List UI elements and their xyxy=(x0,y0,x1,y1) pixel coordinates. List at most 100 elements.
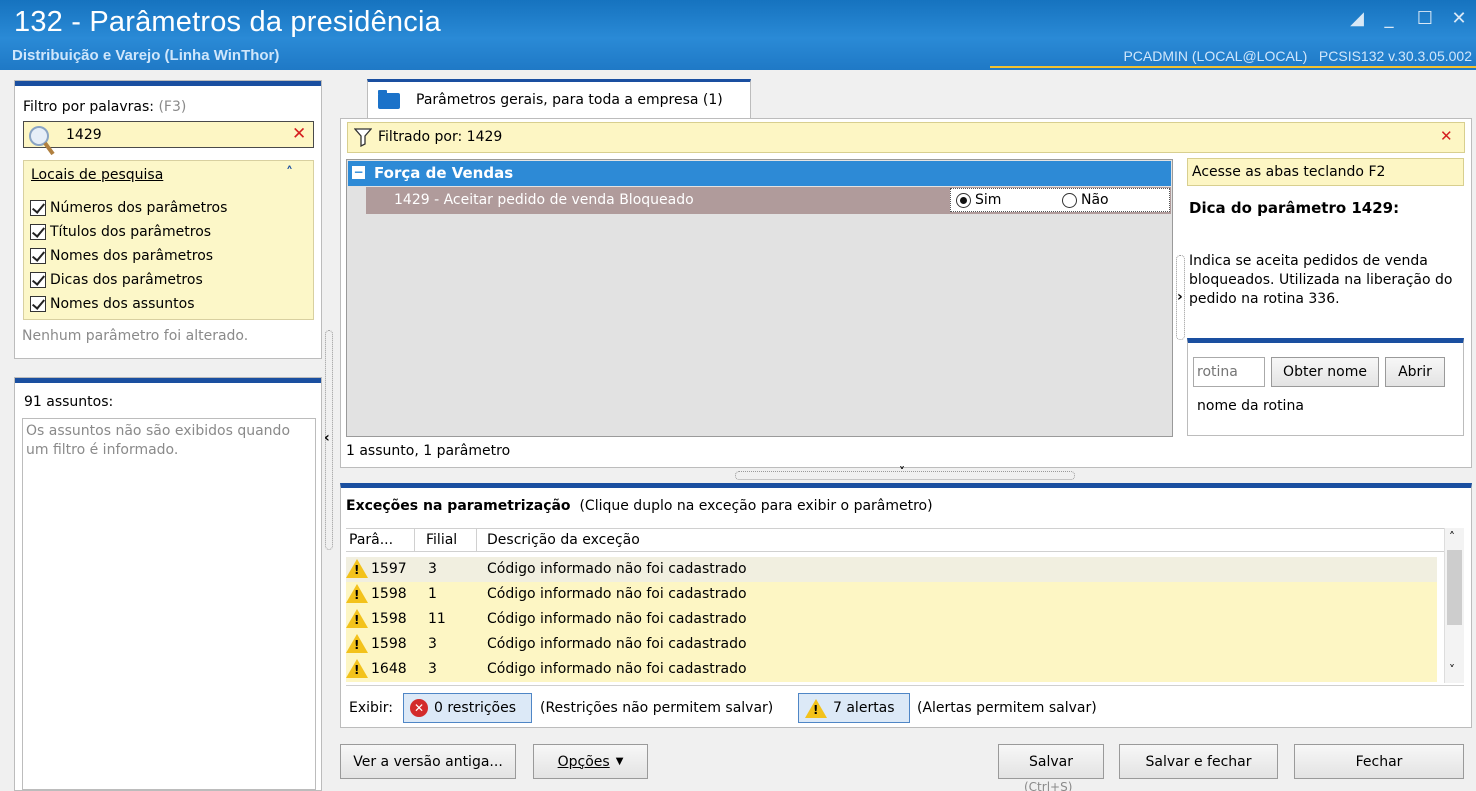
clear-filter-icon[interactable]: ✕ xyxy=(1440,127,1453,145)
table-row[interactable]: ! 1598 3 Código informado não foi cadast… xyxy=(346,632,1437,657)
exceptions-table-header: Parâ... Filial Descrição da exceção xyxy=(346,528,1464,552)
tab-general-parameters[interactable]: Parâmetros gerais, para toda a empresa (… xyxy=(367,79,751,118)
no-change-status: Nenhum parâmetro foi alterado. xyxy=(22,328,249,344)
options-label: Opções xyxy=(557,753,610,770)
checkbox[interactable] xyxy=(30,224,46,240)
cell-description: Código informado não foi cadastrado xyxy=(487,611,747,627)
filter-icon xyxy=(353,127,373,151)
locations-title: Locais de pesquisa xyxy=(31,167,164,183)
checkbox[interactable] xyxy=(30,272,46,288)
panel-accent xyxy=(15,81,321,86)
exibir-label: Exibir: xyxy=(349,700,394,716)
expand-tip-icon[interactable]: › xyxy=(1177,289,1183,305)
checkbox[interactable] xyxy=(30,248,46,264)
yes-no-option: Sim Não xyxy=(950,188,1170,212)
table-row[interactable]: ! 1597 3 Código informado não foi cadast… xyxy=(346,557,1437,582)
collapse-group-icon[interactable]: − xyxy=(352,166,365,179)
checkbox-titles[interactable]: Títulos dos parâmetros xyxy=(30,220,227,244)
close-window-icon[interactable]: ✕ xyxy=(1448,8,1470,30)
col-filial[interactable]: Filial xyxy=(426,532,457,548)
save-shortcut: (Ctrl+S) xyxy=(1024,780,1073,791)
scroll-up-icon[interactable]: ˄ xyxy=(1449,530,1455,544)
checkbox-numbers[interactable]: Números dos parâmetros xyxy=(30,196,227,220)
user-info: PCADMIN (LOCAL@LOCAL) xyxy=(1123,48,1308,64)
save-button[interactable]: Salvar xyxy=(998,744,1104,779)
restrictions-label: 0 restrições xyxy=(434,700,517,716)
radio-yes[interactable] xyxy=(956,192,971,208)
panel-accent xyxy=(15,378,321,383)
restrictions-toggle[interactable]: ✕ 0 restrições xyxy=(403,693,532,723)
alerts-toggle[interactable]: ! 7 alertas xyxy=(798,693,910,723)
old-version-button[interactable]: Ver a versão antiga... xyxy=(340,744,516,779)
filter-label-text: Filtro por palavras: xyxy=(23,99,154,115)
tip-title: Dica do parâmetro 1429: xyxy=(1189,199,1400,217)
subjects-list[interactable]: Os assuntos não são exibidos quando um f… xyxy=(22,418,316,790)
search-locations: Locais de pesquisa ˄ Números dos parâmet… xyxy=(23,160,314,320)
clear-icon[interactable]: ✕ xyxy=(292,124,306,144)
old-version-label: Ver a versão antiga... xyxy=(353,753,503,770)
cell-description: Código informado não foi cadastrado xyxy=(487,636,747,652)
group-header[interactable]: − Força de Vendas xyxy=(348,161,1171,186)
window-title: 132 - Parâmetros da presidência xyxy=(14,6,441,38)
restrictions-note: (Restrições não permitem salvar) xyxy=(540,700,774,716)
exceptions-header: Exceções na parametrização (Clique duplo… xyxy=(346,498,933,514)
folder-icon xyxy=(378,90,400,113)
checkbox-tips[interactable]: Dicas dos parâmetros xyxy=(30,268,227,292)
filter-label: Filtro por palavras: (F3) xyxy=(23,99,186,115)
filter-bar: Filtrado por: 1429 ✕ xyxy=(347,122,1465,153)
minimize-icon[interactable]: _ xyxy=(1378,8,1400,30)
get-name-button[interactable]: Obter nome xyxy=(1271,357,1379,387)
rotina-lookup: Obter nome Abrir nome da rotina xyxy=(1187,338,1464,436)
tabs-hint-text: Acesse as abas teclando F2 xyxy=(1192,164,1386,180)
warning-icon: ! xyxy=(346,584,368,607)
warning-icon: ! xyxy=(346,559,368,582)
tab-label: Parâmetros gerais, para toda a empresa (… xyxy=(416,92,723,108)
checkbox-subjects[interactable]: Nomes dos assuntos xyxy=(30,292,227,316)
cell-description: Código informado não foi cadastrado xyxy=(487,561,747,577)
exceptions-scrollbar[interactable]: ˄ ˅ xyxy=(1444,528,1464,683)
version-info: PCSIS132 v.30.3.05.002 xyxy=(1318,48,1472,64)
horizontal-splitter[interactable] xyxy=(735,471,1075,480)
search-input[interactable]: 1429 ✕ xyxy=(23,121,314,156)
cell-param: 1598 xyxy=(371,611,407,627)
alerts-label: 7 alertas xyxy=(833,700,895,716)
restore-icon[interactable]: ◢ xyxy=(1346,8,1368,30)
option-yes[interactable]: Sim xyxy=(956,192,1001,208)
checkbox[interactable] xyxy=(30,296,46,312)
warning-icon: ! xyxy=(805,698,827,718)
splitter-collapse-icon[interactable]: ‹ xyxy=(324,430,330,446)
scroll-down-icon[interactable]: ˅ xyxy=(1449,663,1455,677)
splitter-down-icon[interactable]: ˅ xyxy=(899,465,905,479)
options-button[interactable]: Opções ▼ xyxy=(533,744,648,779)
cell-filial: 3 xyxy=(428,561,437,577)
table-row[interactable]: ! 1648 3 Código informado não foi cadast… xyxy=(346,657,1437,682)
title-bar: 132 - Parâmetros da presidência Distribu… xyxy=(0,0,1476,70)
col-param[interactable]: Parâ... xyxy=(349,532,393,548)
cell-filial: 3 xyxy=(428,636,437,652)
table-row[interactable]: ! 1598 1 Código informado não foi cadast… xyxy=(346,582,1437,607)
search-value: 1429 xyxy=(66,127,102,143)
maximize-icon[interactable]: ☐ xyxy=(1414,8,1436,30)
checkbox-names[interactable]: Nomes dos parâmetros xyxy=(30,244,227,268)
cell-description: Código informado não foi cadastrado xyxy=(487,586,747,602)
option-no[interactable]: Não xyxy=(1062,192,1109,208)
cell-filial: 11 xyxy=(428,611,446,627)
subjects-count: 91 assuntos: xyxy=(24,394,114,410)
scroll-thumb[interactable] xyxy=(1447,550,1462,625)
tip-text: Indica se aceita pedidos de venda bloque… xyxy=(1189,252,1452,309)
close-button[interactable]: Fechar xyxy=(1294,744,1464,779)
save-close-button[interactable]: Salvar e fechar xyxy=(1119,744,1278,779)
rotina-input[interactable] xyxy=(1193,357,1265,387)
col-description[interactable]: Descrição da exceção xyxy=(487,532,640,548)
open-button[interactable]: Abrir xyxy=(1385,357,1445,387)
table-row[interactable]: ! 1598 11 Código informado não foi cadas… xyxy=(346,607,1437,632)
tip-line: pedido na rotina 336. xyxy=(1189,291,1340,307)
warning-icon: ! xyxy=(346,609,368,632)
window-subtitle: Distribuição e Varejo (Linha WinThor) xyxy=(12,47,280,64)
radio-no[interactable] xyxy=(1062,192,1077,208)
session-info: PCADMIN (LOCAL@LOCAL) PCSIS132 v.30.3.05… xyxy=(1123,48,1472,64)
warning-icon: ! xyxy=(346,659,368,682)
collapse-icon[interactable]: ˄ xyxy=(286,165,293,181)
checkbox[interactable] xyxy=(30,200,46,216)
parameter-row[interactable]: 1429 - Aceitar pedido de venda Bloqueado… xyxy=(366,187,1171,214)
